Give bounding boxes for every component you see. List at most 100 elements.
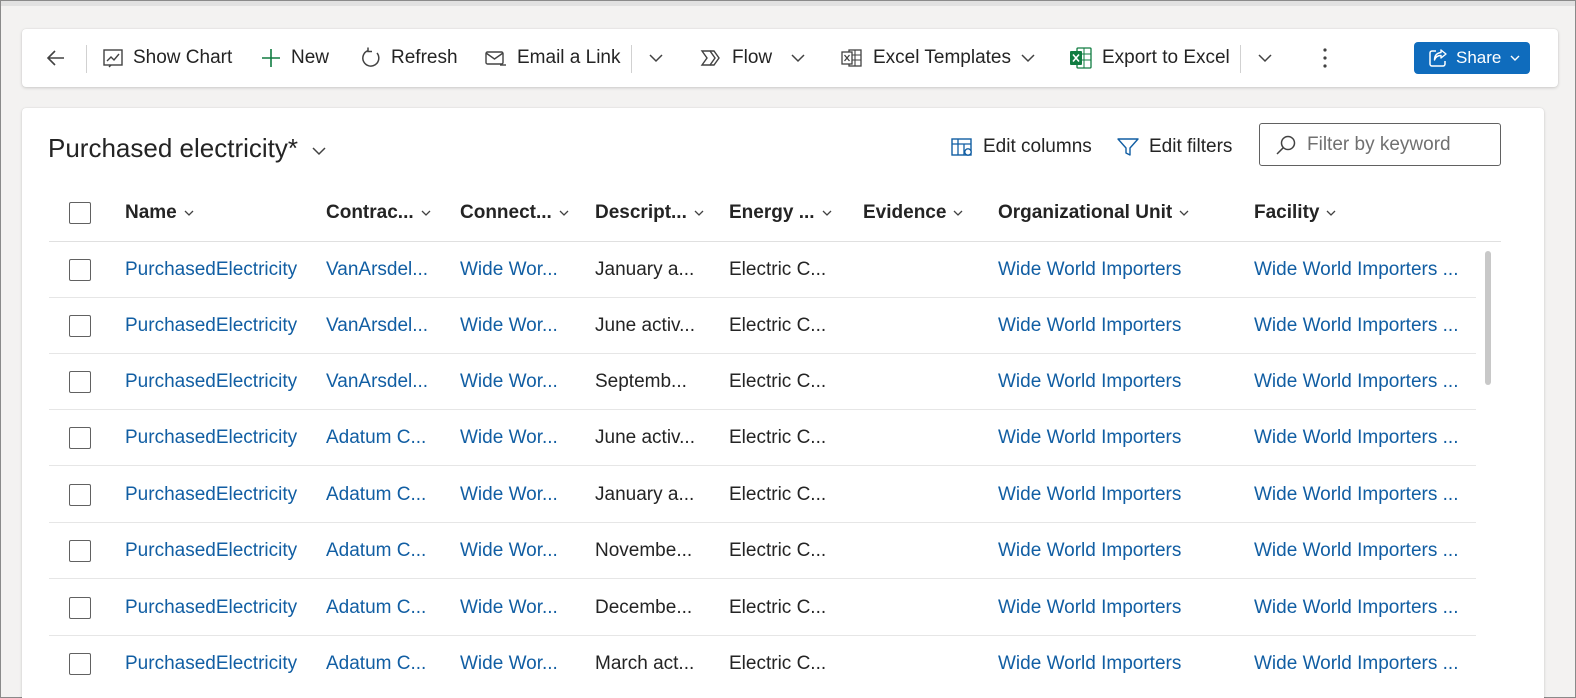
- excel-templates-more-button[interactable]: [1018, 29, 1038, 87]
- email-link-more-button[interactable]: [646, 29, 666, 87]
- row-checkbox[interactable]: [69, 427, 91, 449]
- cell-name[interactable]: PurchasedElectricity: [125, 580, 315, 636]
- column-header-energy[interactable]: Energy ...: [729, 184, 833, 242]
- table-row[interactable]: PurchasedElectricity VanArsdel... Wide W…: [49, 242, 1476, 298]
- cell-connection[interactable]: Wide Wor...: [460, 242, 580, 298]
- cell-evidence: [863, 242, 983, 298]
- cell-contract[interactable]: Adatum C...: [326, 410, 446, 466]
- refresh-button[interactable]: Refresh: [360, 29, 458, 87]
- more-commands-button[interactable]: [1315, 29, 1335, 87]
- column-header-description[interactable]: Descript...: [595, 184, 705, 242]
- cell-contract[interactable]: Adatum C...: [326, 523, 446, 579]
- cell-organizational-unit[interactable]: Wide World Importers: [998, 580, 1228, 636]
- row-checkbox[interactable]: [69, 597, 91, 619]
- flow-button[interactable]: Flow: [699, 29, 772, 87]
- cell-organizational-unit[interactable]: Wide World Importers: [998, 523, 1228, 579]
- excel-templates-button[interactable]: Excel Templates: [840, 29, 1011, 87]
- column-header-name[interactable]: Name: [125, 184, 195, 242]
- cell-evidence: [863, 636, 983, 692]
- vertical-scrollbar[interactable]: [1485, 251, 1491, 385]
- cell-description: June activ...: [595, 427, 695, 448]
- email-link-button[interactable]: Email a Link: [484, 29, 621, 87]
- chevron-down-icon: [1327, 210, 1336, 216]
- cell-connection[interactable]: Wide Wor...: [460, 354, 580, 410]
- cell-contract[interactable]: VanArsdel...: [326, 298, 446, 354]
- cell-organizational-unit[interactable]: Wide World Importers: [998, 636, 1228, 692]
- keyword-filter-input[interactable]: [1307, 133, 1487, 156]
- column-header-connection[interactable]: Connect...: [460, 184, 570, 242]
- cell-name[interactable]: PurchasedElectricity: [125, 410, 315, 466]
- row-checkbox[interactable]: [69, 259, 91, 281]
- column-header-facility[interactable]: Facility: [1254, 184, 1337, 242]
- new-button[interactable]: New: [260, 29, 329, 87]
- cell-name[interactable]: PurchasedElectricity: [125, 298, 315, 354]
- flow-more-button[interactable]: [788, 29, 808, 87]
- cell-organizational-unit[interactable]: Wide World Importers: [998, 354, 1228, 410]
- table-row[interactable]: PurchasedElectricity VanArsdel... Wide W…: [49, 354, 1476, 410]
- cell-contract[interactable]: Adatum C...: [326, 636, 446, 692]
- cell-connection[interactable]: Wide Wor...: [460, 410, 580, 466]
- cell-contract[interactable]: VanArsdel...: [326, 242, 446, 298]
- cell-facility[interactable]: Wide World Importers ...: [1254, 410, 1469, 466]
- table-row[interactable]: PurchasedElectricity Adatum C... Wide Wo…: [49, 467, 1476, 523]
- cell-organizational-unit[interactable]: Wide World Importers: [998, 410, 1228, 466]
- cell-energy: Electric C...: [729, 315, 827, 336]
- cell-connection[interactable]: Wide Wor...: [460, 523, 580, 579]
- new-label: New: [291, 47, 330, 68]
- back-button[interactable]: [44, 29, 68, 87]
- column-header-contract[interactable]: Contrac...: [326, 184, 432, 242]
- cell-facility[interactable]: Wide World Importers ...: [1254, 580, 1469, 636]
- table-row[interactable]: PurchasedElectricity VanArsdel... Wide W…: [49, 298, 1476, 354]
- keyword-filter-field[interactable]: [1259, 123, 1501, 166]
- cell-contract[interactable]: Adatum C...: [326, 580, 446, 636]
- cell-connection[interactable]: Wide Wor...: [460, 580, 580, 636]
- cell-connection[interactable]: Wide Wor...: [460, 467, 580, 523]
- cell-organizational-unit[interactable]: Wide World Importers: [998, 242, 1228, 298]
- cell-contract[interactable]: Adatum C...: [326, 467, 446, 523]
- cell-facility[interactable]: Wide World Importers ...: [1254, 636, 1469, 692]
- row-checkbox[interactable]: [69, 540, 91, 562]
- table-row[interactable]: PurchasedElectricity Adatum C... Wide Wo…: [49, 410, 1476, 466]
- cell-name[interactable]: PurchasedElectricity: [125, 636, 315, 692]
- column-header-evidence[interactable]: Evidence: [863, 184, 964, 242]
- cell-description: Decembe...: [595, 597, 693, 618]
- cell-name[interactable]: PurchasedElectricity: [125, 354, 315, 410]
- cell-evidence: [863, 298, 983, 354]
- cell-organizational-unit[interactable]: Wide World Importers: [998, 467, 1228, 523]
- cell-name[interactable]: PurchasedElectricity: [125, 242, 315, 298]
- separator: [1240, 45, 1241, 73]
- excel-templates-icon: [841, 49, 862, 67]
- cell-contract[interactable]: VanArsdel...: [326, 354, 446, 410]
- table-row[interactable]: PurchasedElectricity Adatum C... Wide Wo…: [49, 523, 1476, 579]
- refresh-icon: [362, 47, 380, 67]
- column-header-organizational-unit[interactable]: Organizational Unit: [998, 184, 1190, 242]
- row-checkbox[interactable]: [69, 653, 91, 675]
- row-checkbox[interactable]: [69, 315, 91, 337]
- export-excel-more-button[interactable]: [1255, 29, 1275, 87]
- flow-icon: [700, 50, 720, 66]
- cell-facility[interactable]: Wide World Importers ...: [1254, 242, 1469, 298]
- edit-columns-button[interactable]: Edit columns: [950, 132, 1092, 162]
- cell-facility[interactable]: Wide World Importers ...: [1254, 523, 1469, 579]
- edit-filters-button[interactable]: Edit filters: [1116, 132, 1232, 162]
- cell-organizational-unit[interactable]: Wide World Importers: [998, 298, 1228, 354]
- row-checkbox[interactable]: [69, 371, 91, 393]
- table-row[interactable]: PurchasedElectricity Adatum C... Wide Wo…: [49, 580, 1476, 636]
- show-chart-button[interactable]: Show Chart: [102, 29, 232, 87]
- cell-name[interactable]: PurchasedElectricity: [125, 523, 315, 579]
- cell-energy: Electric C...: [729, 597, 827, 618]
- cell-facility[interactable]: Wide World Importers ...: [1254, 467, 1469, 523]
- cell-connection[interactable]: Wide Wor...: [460, 298, 580, 354]
- select-all-checkbox[interactable]: [69, 202, 91, 224]
- table-row[interactable]: PurchasedElectricity Adatum C... Wide Wo…: [49, 636, 1476, 692]
- cell-connection[interactable]: Wide Wor...: [460, 636, 580, 692]
- chevron-down-icon: [649, 54, 663, 63]
- view-selector[interactable]: Purchased electricity*: [48, 133, 328, 164]
- column-header-label: Organizational Unit: [998, 202, 1173, 223]
- share-button[interactable]: Share: [1414, 42, 1530, 74]
- cell-facility[interactable]: Wide World Importers ...: [1254, 298, 1469, 354]
- cell-name[interactable]: PurchasedElectricity: [125, 467, 315, 523]
- row-checkbox[interactable]: [69, 484, 91, 506]
- cell-facility[interactable]: Wide World Importers ...: [1254, 354, 1469, 410]
- export-excel-button[interactable]: Export to Excel: [1069, 29, 1230, 87]
